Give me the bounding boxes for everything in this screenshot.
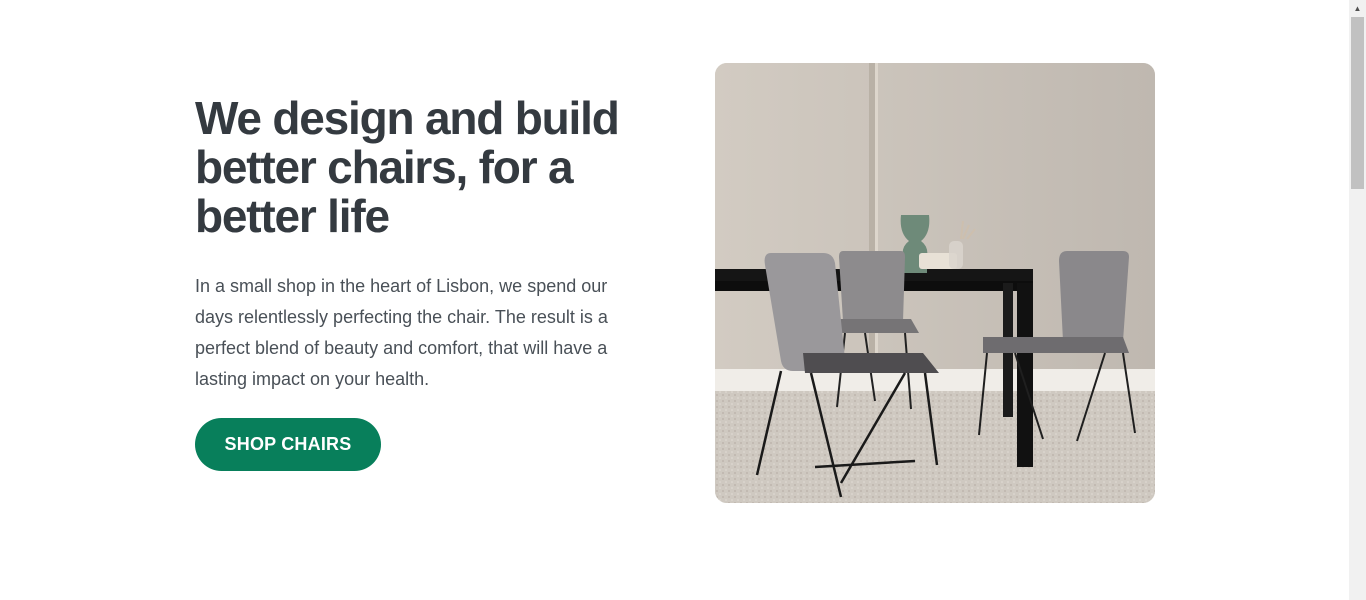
hero-section: We design and build better chairs, for a… bbox=[0, 0, 1349, 600]
page: We design and build better chairs, for a… bbox=[0, 0, 1366, 600]
hero-title: We design and build better chairs, for a… bbox=[195, 92, 620, 242]
hero-text-block: We design and build better chairs, for a… bbox=[195, 92, 645, 471]
hero-description: In a small shop in the heart of Lisbon, … bbox=[195, 276, 608, 389]
hero-image bbox=[715, 63, 1155, 503]
triangle-up-icon[interactable]: ▲ bbox=[1349, 0, 1366, 17]
scrollbar-thumb[interactable] bbox=[1351, 17, 1364, 189]
vertical-scrollbar[interactable]: ▲ bbox=[1349, 0, 1366, 600]
dining-room-illustration bbox=[715, 63, 1155, 503]
shop-chairs-button[interactable]: SHOP CHAIRS bbox=[195, 418, 381, 471]
